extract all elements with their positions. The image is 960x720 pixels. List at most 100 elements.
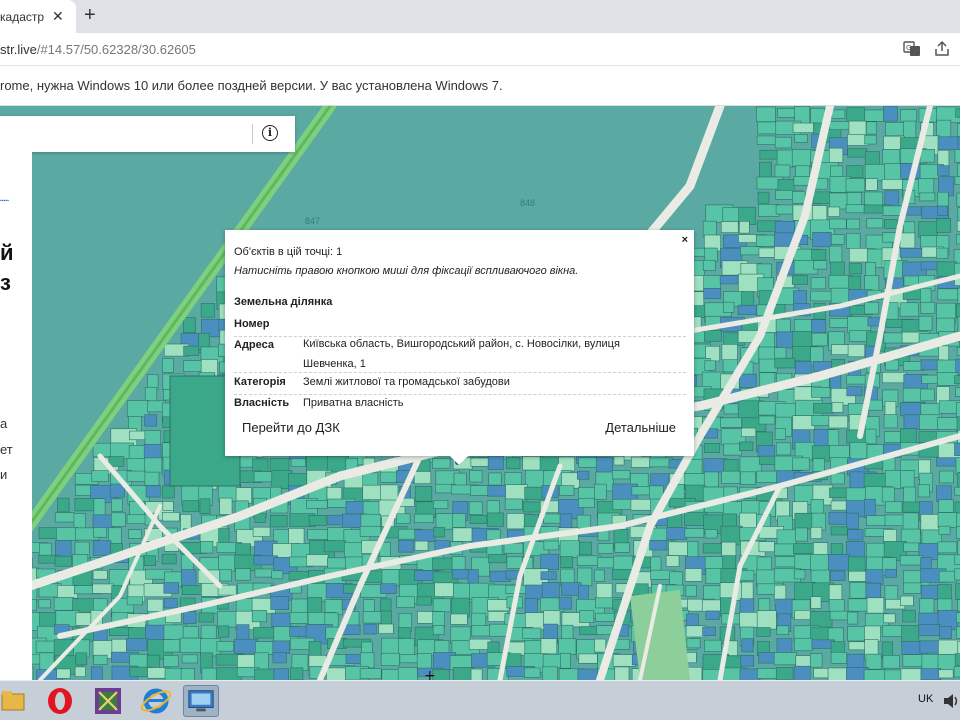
land-parcel xyxy=(884,585,899,600)
land-parcel xyxy=(505,484,528,501)
land-parcel xyxy=(163,582,180,594)
address-bar[interactable]: str.live/#14.57/50.62328/30.62605 xyxy=(0,42,196,57)
land-parcel xyxy=(703,443,720,453)
side-panel: ▪▪▪▪▪ й з а ет и xyxy=(0,152,32,680)
land-parcel xyxy=(504,498,523,510)
language-indicator[interactable]: UK xyxy=(918,693,933,705)
land-parcel xyxy=(414,486,433,502)
opera-icon[interactable] xyxy=(42,685,78,717)
land-parcel xyxy=(128,529,142,539)
land-parcel xyxy=(885,359,899,371)
land-parcel xyxy=(936,119,952,139)
land-parcel xyxy=(920,388,935,402)
land-parcel xyxy=(759,161,772,180)
land-parcel xyxy=(179,637,203,653)
speaker-icon[interactable] xyxy=(942,691,960,711)
popup-close-icon[interactable]: × xyxy=(682,234,688,246)
land-parcel xyxy=(251,610,267,623)
row-label: Власність xyxy=(234,397,290,409)
land-parcel xyxy=(704,330,722,342)
land-parcel xyxy=(704,247,718,263)
tab-close-icon[interactable]: ✕ xyxy=(52,8,64,25)
land-parcel xyxy=(252,458,269,473)
land-parcel xyxy=(649,540,668,551)
land-parcel xyxy=(704,529,718,539)
land-parcel xyxy=(487,599,510,612)
land-parcel xyxy=(414,529,436,542)
explorer-icon[interactable] xyxy=(0,685,36,717)
land-parcel xyxy=(937,205,948,216)
land-parcel xyxy=(831,402,844,413)
info-icon[interactable]: i xyxy=(262,125,278,141)
land-parcel xyxy=(863,669,887,680)
land-parcel xyxy=(614,542,630,553)
map-cursor-icon: + xyxy=(424,668,436,680)
land-parcel xyxy=(74,666,86,677)
land-parcel xyxy=(524,598,538,614)
translate-icon[interactable]: G xyxy=(903,40,921,58)
details-link[interactable]: Детальніше xyxy=(605,420,676,435)
row-value: Приватна власність xyxy=(303,397,404,409)
green-area xyxy=(630,590,690,680)
land-parcel xyxy=(937,136,960,151)
land-parcel xyxy=(396,513,411,524)
row-label: Категорія xyxy=(234,376,286,388)
land-parcel xyxy=(452,513,466,528)
land-parcel xyxy=(414,540,429,551)
parcel-info-popup: × Об'єктів в цій точці: 1 Натисніть прав… xyxy=(225,230,694,465)
land-parcel xyxy=(290,458,306,467)
land-parcel xyxy=(397,667,418,680)
land-parcel xyxy=(920,301,936,314)
land-parcel xyxy=(413,471,432,485)
internet-explorer-icon[interactable] xyxy=(138,685,174,717)
browser-infobar: rome, нужна Windows 10 или более поздней… xyxy=(0,66,960,106)
land-parcel xyxy=(937,512,958,528)
land-parcel xyxy=(739,598,755,614)
land-parcel xyxy=(830,500,849,511)
remote-desktop-icon[interactable] xyxy=(183,685,219,717)
land-parcel xyxy=(719,275,739,285)
go-to-dzk-link[interactable]: Перейти до ДЗК xyxy=(242,420,340,435)
land-parcel xyxy=(126,596,143,606)
land-parcel xyxy=(883,414,899,429)
browser-tab[interactable]: кадастр ✕ xyxy=(0,0,76,33)
land-parcel xyxy=(161,512,180,522)
land-parcel xyxy=(917,178,935,195)
land-parcel xyxy=(936,317,955,333)
land-parcel xyxy=(469,515,488,524)
land-parcel xyxy=(809,653,823,668)
share-icon[interactable] xyxy=(933,40,951,58)
land-parcel xyxy=(594,638,607,653)
land-parcel xyxy=(794,512,815,530)
land-parcel xyxy=(827,554,850,571)
land-parcel xyxy=(470,457,489,467)
land-parcel xyxy=(792,122,817,133)
land-parcel xyxy=(631,456,652,468)
land-parcel xyxy=(811,249,827,261)
map-search-box[interactable]: i xyxy=(0,116,295,152)
land-parcel xyxy=(109,483,125,498)
land-parcel xyxy=(111,498,123,512)
land-parcel xyxy=(864,428,877,445)
land-parcel xyxy=(451,569,469,580)
winrar-icon[interactable] xyxy=(90,685,126,717)
land-parcel xyxy=(558,596,572,610)
land-parcel xyxy=(756,106,776,123)
land-parcel xyxy=(93,654,108,665)
land-parcel xyxy=(488,472,502,486)
land-parcel xyxy=(899,248,923,258)
land-parcel xyxy=(720,417,742,428)
new-tab-button[interactable]: + xyxy=(84,4,96,27)
land-parcel xyxy=(290,667,304,680)
land-parcel xyxy=(254,568,275,578)
land-parcel xyxy=(92,583,114,594)
land-parcel xyxy=(108,456,125,467)
land-parcel xyxy=(703,287,722,299)
land-parcel xyxy=(883,613,896,624)
land-parcel xyxy=(846,512,859,530)
land-parcel xyxy=(917,484,930,498)
land-parcel xyxy=(182,611,197,624)
land-parcel xyxy=(665,555,680,567)
url-host: str.live xyxy=(0,42,37,57)
land-parcel xyxy=(54,512,75,523)
